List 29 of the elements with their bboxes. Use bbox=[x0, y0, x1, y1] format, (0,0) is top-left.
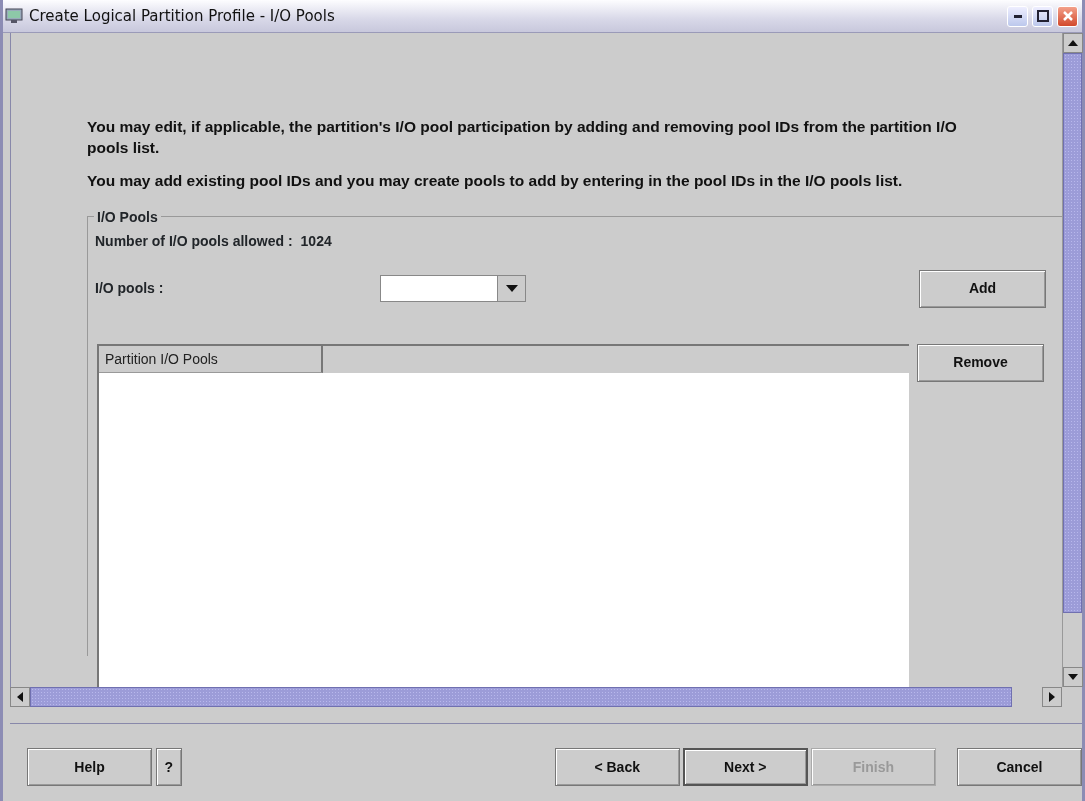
add-button[interactable]: Add bbox=[919, 269, 1046, 308]
dialog-button[interactable]: < Back bbox=[554, 748, 680, 786]
scroll-down-icon[interactable] bbox=[1068, 674, 1078, 680]
dropdown-arrow-icon bbox=[505, 285, 518, 293]
scroll-right-icon[interactable] bbox=[1049, 692, 1055, 702]
scroll-thumb[interactable] bbox=[1063, 53, 1082, 613]
allowed-value: 1024 bbox=[300, 231, 332, 251]
close-icon bbox=[1061, 10, 1074, 22]
help-icon-button[interactable]: ? bbox=[156, 748, 182, 786]
dialog-button[interactable]: Cancel bbox=[956, 748, 1082, 786]
pools-label: I/O pools : bbox=[95, 279, 165, 299]
pools-combo[interactable] bbox=[380, 275, 526, 303]
dialog-button[interactable]: Help bbox=[27, 748, 153, 786]
window-title: Create Logical Partition Profile - I/O Pools bbox=[29, 5, 336, 27]
monitor-icon bbox=[5, 8, 23, 24]
scroll-up-icon[interactable] bbox=[1068, 40, 1078, 46]
minimize-button[interactable] bbox=[1007, 5, 1028, 27]
column-header[interactable]: Partition I/O Pools bbox=[99, 345, 323, 373]
instruction-text: You may add existing pool IDs and you may create pools to add by entering in the pool IDs in the I/O pools list. bbox=[87, 170, 904, 191]
scroll-left-icon[interactable] bbox=[17, 692, 23, 702]
close-button[interactable] bbox=[1057, 5, 1078, 27]
maximize-icon bbox=[1036, 10, 1049, 22]
instruction-text: You may edit, if applicable, the partition's I/O pool participation by adding and removing pool IDs from the partition I/O pools list. bbox=[87, 117, 958, 158]
vertical-scrollbar[interactable] bbox=[1062, 33, 1082, 687]
minimize-icon bbox=[1013, 14, 1022, 18]
dialog-button[interactable]: Next > bbox=[682, 748, 808, 786]
allowed-label: Number of I/O pools allowed : bbox=[95, 231, 293, 251]
maximize-button[interactable] bbox=[1032, 5, 1053, 27]
remove-button[interactable]: Remove bbox=[917, 343, 1044, 382]
